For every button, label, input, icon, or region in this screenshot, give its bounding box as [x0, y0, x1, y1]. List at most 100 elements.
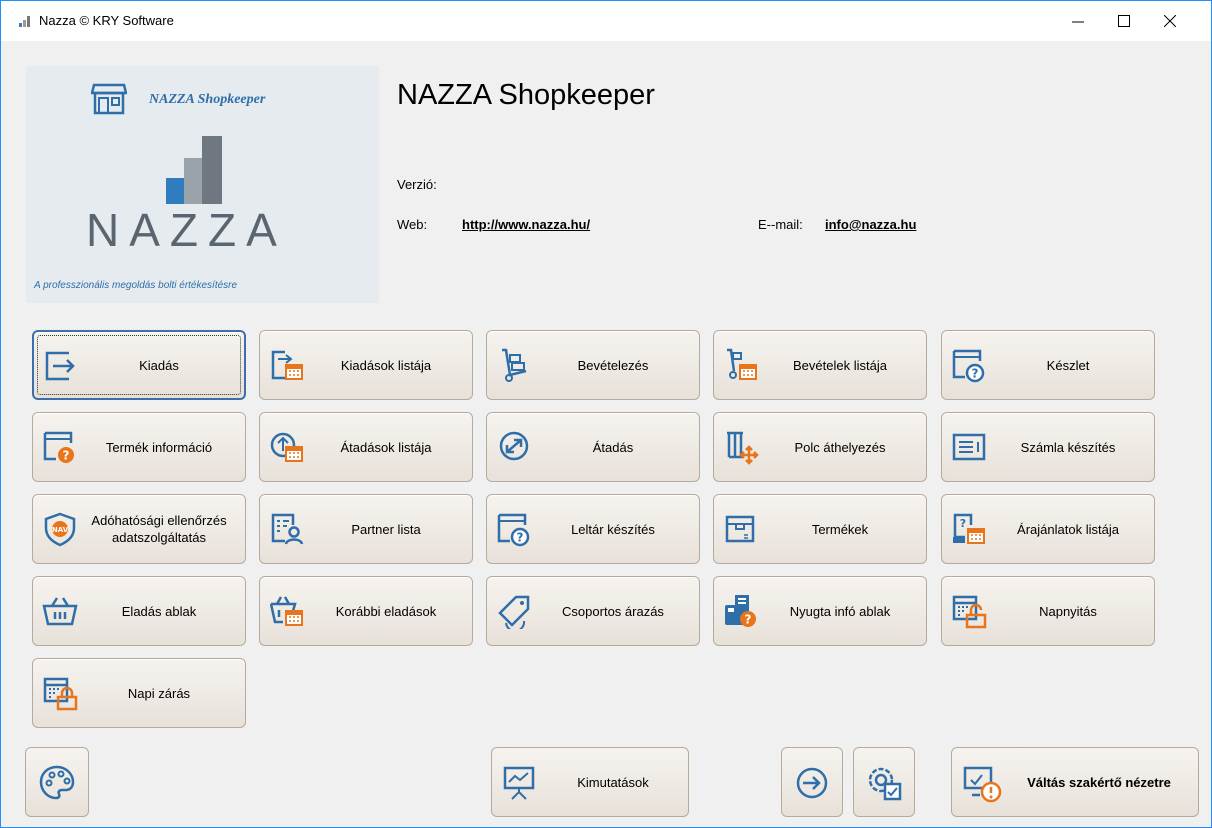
button-label: Termék információ	[105, 439, 213, 455]
presentation-chart-icon	[503, 766, 535, 800]
button-label: Bevételezés	[577, 357, 649, 373]
csoportos-arazas-button[interactable]: Csoportos árazás	[486, 576, 700, 646]
transfer-calendar-icon	[270, 432, 303, 462]
svg-text:?: ?	[960, 517, 966, 530]
atadas-button[interactable]: Átadás	[486, 412, 700, 482]
adohatosagi-ellenorzes-button[interactable]: NAV Adóhatósági ellenőrzés adatszolgálta…	[32, 494, 246, 564]
email-link[interactable]: info@nazza.hu	[825, 217, 916, 232]
quote-calendar-icon: ?	[953, 513, 985, 544]
calendar-unlock-icon	[952, 595, 987, 629]
napi-zaras-button[interactable]: Napi zárás	[32, 658, 246, 728]
enter-arrow-icon	[796, 767, 828, 799]
app-icon	[19, 16, 30, 27]
maximize-button[interactable]	[1101, 1, 1147, 41]
button-label: Átadások listája	[340, 439, 432, 455]
minimize-icon	[1072, 21, 1084, 23]
termekek-button[interactable]: Termékek	[713, 494, 927, 564]
logo-tagline: A professzionális megoldás bolti értékes…	[34, 280, 238, 291]
hand-truck-calendar-icon	[727, 348, 757, 380]
theme-button[interactable]	[25, 747, 89, 817]
basket-icon	[42, 597, 78, 626]
partner-list-icon	[271, 513, 304, 545]
receipt-printer-info-icon: ?	[725, 595, 756, 627]
inventory-question-icon: ?	[497, 513, 530, 547]
button-label: Kiadások listája	[340, 357, 432, 373]
calendar-lock-icon	[43, 677, 78, 711]
logo-wordmark: NAZZA	[86, 204, 287, 256]
button-label: Átadás	[592, 439, 634, 455]
version-label: Verzió:	[397, 177, 437, 192]
settings-button[interactable]	[853, 747, 915, 817]
button-label: Bevételek listája	[793, 357, 887, 373]
store-icon	[91, 83, 127, 115]
button-label: Termékek	[811, 521, 869, 537]
logo-panel: NAZZA Shopkeeper NAZZA A professzionális…	[26, 66, 379, 303]
svg-text:?: ?	[517, 531, 524, 545]
login-button[interactable]	[781, 747, 843, 817]
keszlet-button[interactable]: ? Készlet	[941, 330, 1155, 400]
kiadas-button[interactable]: Kiadás	[32, 330, 246, 400]
atadasok-listaja-button[interactable]: Átadások listája	[259, 412, 473, 482]
button-label: Napi zárás	[127, 685, 191, 701]
main-content: NAZZA Shopkeeper NAZZA A professzionális…	[1, 41, 1211, 827]
logo-title: NAZZA Shopkeeper	[149, 92, 266, 107]
button-label: Nyugta infó ablak	[789, 603, 891, 619]
button-label: Napnyitás	[1039, 603, 1097, 619]
email-label: E--mail:	[758, 217, 803, 232]
button-label: Korábbi eladások	[335, 603, 437, 619]
title-bar: Nazza © KRY Software	[1, 1, 1211, 41]
close-button[interactable]	[1147, 1, 1193, 41]
expert-view-button[interactable]: Váltás szakértő nézetre	[951, 747, 1199, 817]
app-heading: NAZZA Shopkeeper	[397, 79, 655, 111]
monitor-warning-icon	[963, 766, 1002, 803]
kiadasok-listaja-button[interactable]: Kiadások listája	[259, 330, 473, 400]
button-label: Készlet	[1046, 357, 1090, 373]
arajanlatok-listaja-button[interactable]: ? Árajánlatok listája	[941, 494, 1155, 564]
button-label: Partner lista	[351, 521, 421, 537]
button-label: Leltár készítés	[571, 521, 655, 537]
button-label: Polc áthelyezés	[794, 439, 886, 455]
stock-question-icon: ?	[952, 349, 985, 383]
web-label: Web:	[397, 217, 428, 232]
button-label: Számla készítés	[1020, 439, 1116, 455]
palette-icon	[39, 765, 75, 800]
shelf-move-icon	[727, 431, 759, 465]
partner-lista-button[interactable]: Partner lista	[259, 494, 473, 564]
close-icon	[1164, 15, 1176, 27]
minimize-button[interactable]	[1055, 1, 1101, 41]
hand-truck-icon	[502, 348, 527, 382]
button-label: Kiadás	[139, 357, 179, 373]
expert-view-label: Váltás szakértő nézetre	[1027, 774, 1171, 790]
price-tag-refresh-icon	[498, 595, 530, 629]
button-label: Adóhatósági ellenőrzés adatszolgáltatás	[91, 513, 227, 545]
basket-calendar-icon	[269, 596, 303, 626]
korabbi-eladasok-button[interactable]: Korábbi eladások	[259, 576, 473, 646]
button-label: Árajánlatok listája	[1017, 521, 1119, 537]
svg-text:NAV: NAV	[52, 526, 69, 534]
nav-shield-icon: NAV	[44, 512, 76, 547]
nyugta-info-ablak-button[interactable]: ? Nyugta infó ablak	[713, 576, 927, 646]
app-window: Nazza © KRY Software NAZZA Shopkeeper NA…	[0, 0, 1212, 828]
bevetelek-listaja-button[interactable]: Bevételek listája	[713, 330, 927, 400]
product-box-icon	[725, 515, 755, 543]
bevetelezes-button[interactable]: Bevételezés	[486, 330, 700, 400]
kimutatasok-button[interactable]: Kimutatások	[491, 747, 689, 817]
export-calendar-icon	[271, 350, 303, 380]
window-title: Nazza © KRY Software	[39, 13, 174, 28]
web-link[interactable]: http://www.nazza.hu/	[462, 217, 590, 232]
kimutatasok-label: Kimutatások	[577, 774, 649, 790]
invoice-icon	[952, 433, 986, 461]
export-icon	[45, 351, 75, 381]
transfer-icon	[499, 431, 529, 461]
svg-text:?: ?	[972, 367, 979, 381]
svg-text:?: ?	[745, 613, 752, 627]
polc-athelyezes-button[interactable]: Polc áthelyezés	[713, 412, 927, 482]
button-label: Csoportos árazás	[562, 603, 664, 619]
napnyitas-button[interactable]: Napnyitás	[941, 576, 1155, 646]
button-label: Eladás ablak	[121, 603, 197, 619]
szamla-keszites-button[interactable]: Számla készítés	[941, 412, 1155, 482]
leltar-keszites-button[interactable]: ? Leltár készítés	[486, 494, 700, 564]
termek-informacio-button[interactable]: ? Termék információ	[32, 412, 246, 482]
eladas-ablak-button[interactable]: Eladás ablak	[32, 576, 246, 646]
maximize-icon	[1118, 15, 1130, 27]
